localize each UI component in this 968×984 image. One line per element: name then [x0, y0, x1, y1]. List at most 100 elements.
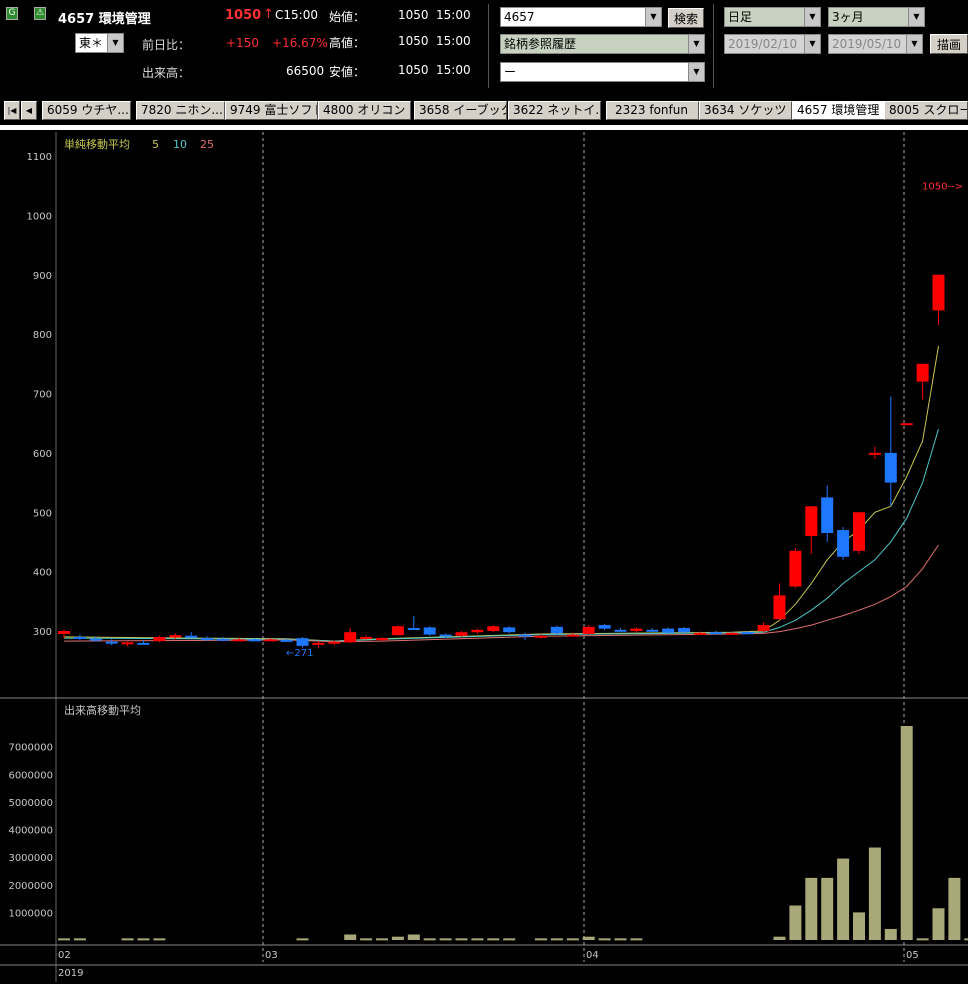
chevron-down-icon: ▼: [906, 35, 922, 53]
candle: [837, 527, 850, 560]
volume-bar: [407, 934, 420, 940]
volume-bar: [535, 938, 547, 941]
tab-3622[interactable]: 3622 ネットイ...: [508, 101, 601, 120]
candle-body: [853, 512, 865, 551]
candle: [471, 628, 484, 634]
history-select[interactable]: 銘柄参照履歴 ▼: [500, 34, 705, 54]
price-volume-chart[interactable]: 300 400 500 600 700 800 900 1000 1100 1000000 200…: [0, 132, 968, 984]
candle: [709, 631, 722, 635]
candle-body: [725, 632, 738, 635]
tab-4657[interactable]: 4657 環境管理: [792, 101, 885, 120]
volume-tick-label: 7000000: [8, 743, 53, 754]
candle: [678, 626, 691, 633]
market-g-icon[interactable]: G: [6, 7, 18, 20]
candle: [153, 635, 166, 643]
volume-bar: [471, 938, 484, 941]
candle: [773, 583, 786, 621]
volume-bar: [948, 877, 961, 940]
period-type-value: 日足: [728, 10, 753, 24]
header-separator: [488, 4, 489, 88]
month-tick-label: 03: [265, 950, 278, 961]
tab-3658[interactable]: 3658 イーブック: [414, 101, 507, 120]
tab-7820[interactable]: 7820 ニホン...: [136, 101, 225, 120]
volume-tick-label: 1000000: [8, 908, 53, 919]
tab-2323[interactable]: 2323 fonfun: [606, 101, 699, 120]
volume-bar: [614, 938, 627, 941]
draw-button[interactable]: 描画: [930, 34, 968, 54]
change-percent: +16.67%: [272, 36, 328, 50]
candle: [312, 641, 325, 649]
first-tab-button[interactable]: |◀: [4, 101, 20, 120]
tab-underline: [0, 125, 968, 130]
alert-icon[interactable]: ⚠: [34, 7, 46, 20]
high-time: 15:00: [436, 34, 471, 48]
volume-title: 出来高移動平均: [64, 703, 141, 717]
candle-body: [805, 506, 818, 536]
period-type-select[interactable]: 日足 ▼: [724, 7, 821, 27]
market-select[interactable]: 東＊ ▼: [75, 33, 124, 53]
change-label: 前日比：: [142, 38, 191, 52]
range-select-value: 3ヶ月: [832, 10, 864, 24]
third-select-value: ー: [504, 65, 517, 79]
chevron-down-icon: ▼: [908, 8, 924, 26]
candle-body: [646, 629, 659, 632]
third-select[interactable]: ー ▼: [500, 62, 705, 82]
candle-body: [678, 628, 691, 633]
code-select[interactable]: 4657 ▼: [500, 7, 662, 27]
price-tick-label: 900: [33, 271, 52, 282]
volume-bar: [344, 934, 357, 940]
candle-body: [344, 632, 357, 643]
last-price-label: 1050-->: [922, 182, 963, 193]
low-value: 1050: [398, 63, 429, 77]
candle-body: [185, 635, 198, 638]
candle: [296, 636, 309, 648]
ma10-legend: 10: [173, 138, 187, 151]
candle-body: [137, 642, 150, 645]
candle: [201, 636, 214, 641]
from-date-select[interactable]: 2019/02/10 ▼: [724, 34, 821, 54]
tab-8005[interactable]: 8005 スクロール: [884, 101, 968, 120]
month-tick-label: 02: [58, 950, 71, 961]
candle: [407, 616, 420, 631]
volume-bar: [932, 908, 945, 940]
to-date-select[interactable]: 2019/05/10 ▼: [828, 34, 923, 54]
candle: [757, 622, 770, 633]
volume-bar: [837, 858, 850, 940]
tab-6059[interactable]: 6059 ウチヤ...: [42, 101, 131, 120]
code-select-value: 4657: [504, 10, 535, 24]
candle-body: [821, 497, 834, 534]
volume-bar: [868, 847, 881, 940]
tab-3634[interactable]: 3634 ソケッツ: [699, 101, 792, 120]
volume-bar: [630, 938, 643, 941]
candle: [503, 626, 516, 634]
up-arrow-icon: ↑: [263, 7, 274, 22]
candle-body: [201, 638, 214, 641]
ma25-legend: 25: [200, 138, 214, 151]
candle-body: [58, 631, 70, 634]
candle-body: [471, 629, 484, 633]
high-value: 1050: [398, 34, 429, 48]
candle-body: [248, 639, 261, 642]
range-select[interactable]: 3ヶ月 ▼: [828, 7, 925, 27]
price-tick-label: 600: [33, 449, 52, 460]
open-time: 15:00: [436, 8, 471, 22]
candle: [391, 625, 404, 636]
low-time: 15:00: [436, 63, 471, 77]
candle: [884, 396, 897, 507]
volume-tick-label: 6000000: [8, 770, 53, 781]
volume-tick-label: 2000000: [8, 881, 53, 892]
candle-body: [217, 638, 229, 641]
to-date-value: 2019/05/10: [832, 37, 902, 51]
candle: [105, 639, 118, 646]
candle-body: [916, 363, 929, 382]
candle: [217, 636, 229, 642]
tab-4800[interactable]: 4800 オリコン: [318, 101, 411, 120]
prev-tab-button[interactable]: ◀: [21, 101, 37, 120]
candle-body: [264, 639, 277, 642]
volume-bar: [487, 938, 500, 941]
volume-value: 66500: [286, 64, 325, 78]
tab-9749[interactable]: 9749 富士ソフト: [225, 101, 318, 120]
high-label: 高値：: [329, 36, 366, 50]
search-button[interactable]: 検索: [668, 8, 704, 28]
volume-bar: [153, 938, 166, 941]
